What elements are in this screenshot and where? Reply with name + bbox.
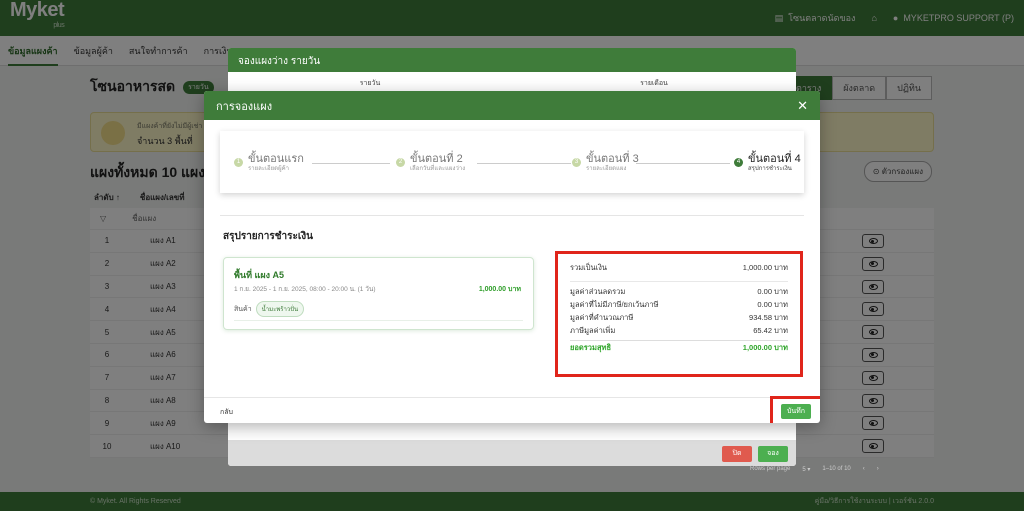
step-1-sub: รายละเอียดผู้ค้า	[248, 166, 289, 172]
step-2-dot: 2	[396, 158, 405, 167]
payment-summary-box: รวมเป็นเงิน 1,000.00 บาท มูลค่าส่วนลดรวม…	[555, 251, 803, 377]
payment-summary-title: สรุปรายการชำระเงิน	[223, 231, 313, 242]
step-3: 3 ขั้นตอนที่ 3 รายละเอียดแผง	[572, 153, 639, 174]
prev-page-icon[interactable]: ‹	[863, 466, 865, 473]
step-1-dot: 1	[234, 158, 243, 167]
save-button[interactable]: บันทึก	[781, 404, 811, 419]
booking-modal-header: การจองแผง ✕	[204, 91, 820, 120]
summary-label: มูลค่าที่ไม่มีภาษี/ยกเว้นภาษี	[570, 299, 659, 309]
summary-value: 0.00 บาท	[757, 299, 788, 309]
booking-modal-title: การจองแผง	[216, 100, 273, 113]
rows-per-page-label: Rows per page	[750, 466, 791, 472]
summary-row-nontax: มูลค่าที่ไม่มีภาษี/ยกเว้นภาษี 0.00 บาท	[570, 298, 788, 311]
summary-row-taxable: มูลค่าที่คำนวณภาษี 934.58 บาท	[570, 311, 788, 324]
step-2-label: ขั้นตอนที่ 2	[410, 153, 463, 165]
step-connector	[636, 163, 730, 164]
product-chip: น้ำมะพร้าวปั่น	[255, 301, 305, 317]
step-4-label: ขั้นตอนที่ 4	[748, 153, 801, 165]
tab-monthly[interactable]: รายเดือน	[512, 72, 796, 91]
step-4: 4 ขั้นตอนที่ 4 สรุปการชำระเงิน	[734, 153, 801, 174]
summary-label: มูลค่าที่คำนวณภาษี	[570, 312, 634, 322]
summary-value: 65.42 บาท	[753, 325, 788, 335]
stall-item-card: พื้นที่ แผง A5 1 ก.ย. 2025 - 1 ก.ย. 2025…	[223, 257, 534, 330]
step-3-label: ขั้นตอนที่ 3	[586, 153, 639, 165]
save-button-highlight: บันทึก	[770, 396, 820, 423]
summary-row-total: ยอดรวมสุทธิ 1,000.00 บาท	[570, 340, 788, 353]
daily-booking-tabs: รายวัน รายเดือน	[228, 72, 796, 92]
back-button[interactable]: กลับ	[220, 407, 233, 418]
step-connector	[312, 163, 390, 164]
close-button[interactable]: ปิด	[722, 446, 752, 462]
step-connector	[477, 163, 571, 164]
summary-value: 1,000.00 บาท	[742, 262, 788, 272]
book-button[interactable]: จอง	[758, 446, 788, 462]
summary-value: 934.58 บาท	[749, 312, 788, 322]
step-3-sub: รายละเอียดแผง	[586, 166, 627, 172]
stall-item-price: 1,000.00 บาท	[478, 286, 521, 293]
summary-row-vat: ภาษีมูลค่าเพิ่ม 65.42 บาท	[570, 324, 788, 337]
step-3-dot: 3	[572, 158, 581, 167]
tab-daily[interactable]: รายวัน	[228, 72, 512, 91]
daily-booking-footer: ปิด จอง	[228, 440, 796, 466]
next-page-icon[interactable]: ›	[877, 466, 879, 473]
booking-modal: การจองแผง ✕ 1 ขั้นตอนแรก รายละเอียดผู้ค้…	[204, 91, 820, 423]
summary-row-subtotal: รวมเป็นเงิน 1,000.00 บาท	[570, 261, 788, 274]
close-icon[interactable]: ✕	[797, 98, 808, 114]
stall-item-product: สินค้า น้ำมะพร้าวปั่น	[234, 301, 305, 317]
section-divider	[220, 215, 804, 216]
card-divider	[234, 320, 523, 321]
stall-item-name: พื้นที่ แผง A5	[234, 270, 284, 280]
summary-label: ภาษีมูลค่าเพิ่ม	[570, 325, 616, 335]
table-pagination: Rows per page 5 ▾ 1–10 of 10 ‹ ›	[750, 466, 879, 473]
product-label: สินค้า	[234, 305, 252, 313]
booking-modal-footer: กลับ	[204, 397, 820, 423]
daily-booking-title: จองแผงว่าง รายวัน	[228, 48, 796, 72]
step-4-sub: สรุปการชำระเงิน	[748, 166, 792, 172]
page-range: 1–10 of 10	[822, 466, 851, 472]
summary-divider	[570, 281, 788, 282]
summary-row-discount: มูลค่าส่วนลดรวม 0.00 บาท	[570, 285, 788, 298]
step-2: 2 ขั้นตอนที่ 2 เลือกวันที่และแผงว่าง	[396, 153, 465, 174]
step-1-label: ขั้นตอนแรก	[248, 153, 304, 165]
stall-item-time: 1 ก.ย. 2025 - 1 ก.ย. 2025, 08:00 - 20:00…	[234, 286, 376, 293]
step-1: 1 ขั้นตอนแรก รายละเอียดผู้ค้า	[234, 153, 304, 174]
step-2-sub: เลือกวันที่และแผงว่าง	[410, 166, 466, 172]
summary-value: 0.00 บาท	[757, 286, 788, 296]
total-label: ยอดรวมสุทธิ	[570, 343, 612, 352]
rows-per-page-value: 5	[802, 467, 806, 473]
step-4-dot: 4	[734, 158, 743, 167]
rows-per-page-select[interactable]: 5 ▾	[802, 466, 810, 473]
total-value: 1,000.00 บาท	[742, 343, 788, 352]
summary-label: มูลค่าส่วนลดรวม	[570, 286, 626, 296]
summary-label: รวมเป็นเงิน	[570, 262, 607, 272]
booking-stepper: 1 ขั้นตอนแรก รายละเอียดผู้ค้า 2 ขั้นตอนท…	[220, 131, 804, 193]
